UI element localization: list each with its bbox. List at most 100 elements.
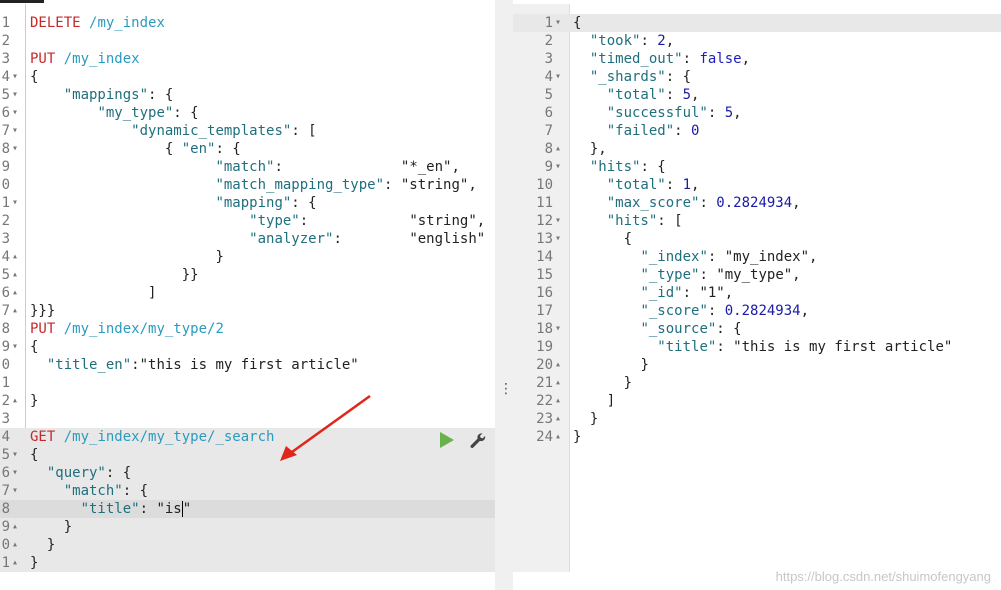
response-line[interactable]: 14 "_index": "my_index", bbox=[513, 248, 1001, 266]
response-line[interactable]: 16 "_id": "1", bbox=[513, 284, 1001, 302]
response-line[interactable]: 18 ▾ "_source": { bbox=[513, 320, 1001, 338]
response-line[interactable]: 11 "max_score": 0.2824934, bbox=[513, 194, 1001, 212]
fold-toggle-icon[interactable]: ▴ bbox=[12, 248, 18, 266]
fold-toggle-icon[interactable]: ▴ bbox=[12, 536, 18, 554]
fold-toggle-icon[interactable]: ▴ bbox=[555, 356, 561, 374]
fold-toggle-icon[interactable]: ▴ bbox=[555, 428, 561, 446]
line-number: 16 bbox=[536, 285, 553, 301]
fold-toggle-icon[interactable]: ▴ bbox=[12, 266, 18, 284]
request-editor-lines[interactable]: 1 DELETE /my_index 2 3 PUT /my_index 4 ▾{5 ▾ "m… bbox=[0, 14, 495, 572]
response-line[interactable]: 13 ▾ { bbox=[513, 230, 1001, 248]
response-line[interactable]: 17 "_score": 0.2824934, bbox=[513, 302, 1001, 320]
code-text: GET /my_index/my_type/_search bbox=[30, 429, 275, 445]
request-line[interactable]: 9 ▴ } bbox=[0, 518, 495, 536]
response-line[interactable]: 24 ▴} bbox=[513, 428, 1001, 446]
fold-toggle-icon[interactable]: ▾ bbox=[12, 104, 18, 122]
code-text: "analyzer": "english" bbox=[249, 231, 486, 247]
fold-toggle-icon[interactable]: ▾ bbox=[12, 86, 18, 104]
fold-toggle-icon[interactable]: ▴ bbox=[555, 392, 561, 410]
fold-toggle-icon[interactable]: ▾ bbox=[555, 230, 561, 248]
pane-splitter[interactable]: ⋮ bbox=[495, 0, 513, 590]
fold-toggle-icon[interactable]: ▴ bbox=[555, 140, 561, 158]
fold-toggle-icon[interactable]: ▾ bbox=[12, 68, 18, 86]
request-editor[interactable]: 1 DELETE /my_index 2 3 PUT /my_index 4 ▾{5 ▾ "m… bbox=[0, 4, 495, 572]
request-line[interactable]: 3 bbox=[0, 410, 495, 428]
request-line[interactable]: 1 ▴} bbox=[0, 554, 495, 572]
request-line[interactable]: 7 ▴}}} bbox=[0, 302, 495, 320]
response-viewer[interactable]: 1 ▾{2 "took": 2, 3 "timed_out": false, 4 ▾ "… bbox=[513, 4, 1001, 572]
code-text: "title": "is" bbox=[80, 501, 192, 517]
request-actions bbox=[440, 431, 490, 451]
request-line[interactable]: 3 PUT /my_index bbox=[0, 50, 495, 68]
request-line[interactable]: 4 GET /my_index/my_type/_search bbox=[0, 428, 495, 446]
request-line[interactable]: 8 PUT /my_index/my_type/2 bbox=[0, 320, 495, 338]
fold-toggle-icon[interactable]: ▾ bbox=[555, 68, 561, 86]
line-number: 7 bbox=[1, 483, 10, 499]
response-line[interactable]: 19 "title": "this is my first article" bbox=[513, 338, 1001, 356]
response-line[interactable]: 12 ▾ "hits": [ bbox=[513, 212, 1001, 230]
request-line[interactable]: 0 "match_mapping_type": "string", bbox=[0, 176, 495, 194]
fold-toggle-icon[interactable]: ▾ bbox=[555, 212, 561, 230]
request-line[interactable]: 1 ▾ "mapping": { bbox=[0, 194, 495, 212]
request-line[interactable]: 5 ▴ }} bbox=[0, 266, 495, 284]
request-line[interactable]: 0 ▴ } bbox=[0, 536, 495, 554]
request-line[interactable]: 2 "type": "string", bbox=[0, 212, 495, 230]
request-line[interactable]: 4 ▴ } bbox=[0, 248, 495, 266]
fold-toggle-icon[interactable]: ▾ bbox=[12, 194, 18, 212]
fold-toggle-icon[interactable]: ▴ bbox=[12, 518, 18, 536]
request-line[interactable]: 2 bbox=[0, 32, 495, 50]
code-text: }, bbox=[589, 141, 607, 157]
request-line[interactable]: 8 "title": "is" bbox=[0, 500, 495, 518]
fold-toggle-icon[interactable]: ▴ bbox=[12, 284, 18, 302]
request-line[interactable]: 0 "title_en":"this is my first article" bbox=[0, 356, 495, 374]
fold-toggle-icon[interactable]: ▴ bbox=[12, 302, 18, 320]
response-line[interactable]: 9 ▾ "hits": { bbox=[513, 158, 1001, 176]
request-line[interactable]: 5 ▾ { bbox=[0, 446, 495, 464]
request-line[interactable]: 9 ▾ { bbox=[0, 338, 495, 356]
fold-toggle-icon[interactable]: ▾ bbox=[555, 158, 561, 176]
fold-toggle-icon[interactable]: ▾ bbox=[12, 464, 18, 482]
fold-toggle-icon[interactable]: ▾ bbox=[12, 482, 18, 500]
fold-toggle-icon[interactable]: ▾ bbox=[12, 446, 18, 464]
response-line[interactable]: 10 "total": 1, bbox=[513, 176, 1001, 194]
response-line[interactable]: 5 "total": 5, bbox=[513, 86, 1001, 104]
request-line[interactable]: 1 bbox=[0, 374, 495, 392]
request-line[interactable]: 3 "analyzer": "english" bbox=[0, 230, 495, 248]
request-line[interactable]: 7 ▾ "dynamic_templates": [ bbox=[0, 122, 495, 140]
request-line[interactable]: 2 ▴} bbox=[0, 392, 495, 410]
fold-toggle-icon[interactable]: ▾ bbox=[555, 320, 561, 338]
splitter-handle[interactable]: ⋮ bbox=[499, 382, 513, 396]
play-icon[interactable] bbox=[440, 432, 454, 448]
request-line[interactable]: 1 DELETE /my_index bbox=[0, 14, 495, 32]
response-line[interactable]: 3 "timed_out": false, bbox=[513, 50, 1001, 68]
fold-toggle-icon[interactable]: ▴ bbox=[12, 392, 18, 410]
fold-toggle-icon[interactable]: ▾ bbox=[12, 338, 18, 356]
request-line[interactable]: 6 ▾ "my_type": { bbox=[0, 104, 495, 122]
fold-toggle-icon[interactable]: ▴ bbox=[555, 410, 561, 428]
wrench-icon[interactable] bbox=[468, 431, 488, 451]
response-line[interactable]: 8 ▴ }, bbox=[513, 140, 1001, 158]
fold-toggle-icon[interactable]: ▴ bbox=[555, 374, 561, 392]
response-line[interactable]: 23 ▴ } bbox=[513, 410, 1001, 428]
response-line[interactable]: 15 "_type": "my_type", bbox=[513, 266, 1001, 284]
response-line[interactable]: 4 ▾ "_shards": { bbox=[513, 68, 1001, 86]
request-line[interactable]: 9 "match": "*_en", bbox=[0, 158, 495, 176]
response-line[interactable]: 2 "took": 2, bbox=[513, 32, 1001, 50]
line-number: 17 bbox=[536, 303, 553, 319]
response-line[interactable]: 21 ▴ } bbox=[513, 374, 1001, 392]
request-line[interactable]: 8 ▾ { "en": { bbox=[0, 140, 495, 158]
request-line[interactable]: 6 ▴ ] bbox=[0, 284, 495, 302]
request-line[interactable]: 4 ▾ { bbox=[0, 68, 495, 86]
response-line[interactable]: 7 "failed": 0 bbox=[513, 122, 1001, 140]
response-line[interactable]: 6 "successful": 5, bbox=[513, 104, 1001, 122]
response-line[interactable]: 22 ▴ ] bbox=[513, 392, 1001, 410]
response-line[interactable]: 20 ▴ } bbox=[513, 356, 1001, 374]
response-line[interactable]: 1 ▾ { bbox=[513, 14, 1001, 32]
fold-toggle-icon[interactable]: ▾ bbox=[555, 14, 561, 32]
request-line[interactable]: 5 ▾ "mappings": { bbox=[0, 86, 495, 104]
request-line[interactable]: 7 ▾ "match": { bbox=[0, 482, 495, 500]
fold-toggle-icon[interactable]: ▾ bbox=[12, 140, 18, 158]
request-line[interactable]: 6 ▾ "query": { bbox=[0, 464, 495, 482]
fold-toggle-icon[interactable]: ▾ bbox=[12, 122, 18, 140]
fold-toggle-icon[interactable]: ▴ bbox=[12, 554, 18, 572]
